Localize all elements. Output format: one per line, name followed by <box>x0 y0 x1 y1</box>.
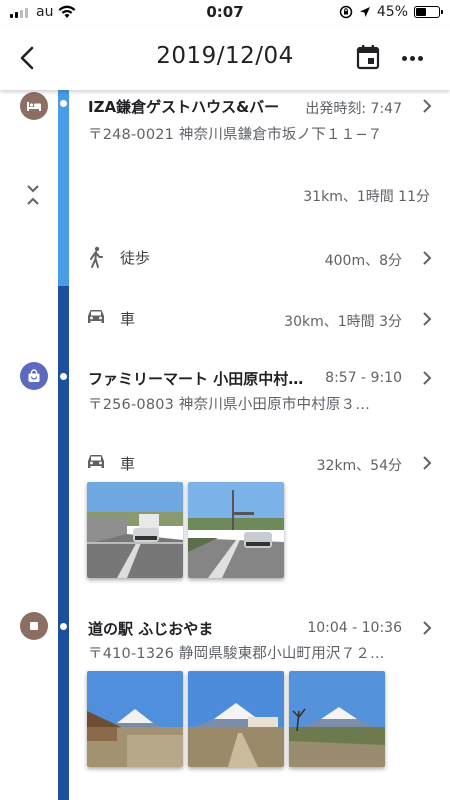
stop-name[interactable]: 道の駅 ふじおやま <box>88 618 213 639</box>
trip-photo[interactable] <box>188 482 284 578</box>
timeline-dot <box>60 373 67 380</box>
timeline-dot <box>60 623 67 630</box>
app-header: 2019/12/04 <box>0 26 450 90</box>
chevron-right-icon[interactable] <box>422 620 432 636</box>
timeline-dot <box>60 100 67 107</box>
stop-address: 〒256-0803 神奈川県小田原市中村原３… <box>88 397 371 413</box>
status-bar: au 0:07 45% <box>0 0 450 26</box>
walking-icon <box>90 246 103 268</box>
segment-mode: 徒歩 <box>120 249 151 267</box>
hotel-icon <box>20 92 48 120</box>
chevron-right-icon[interactable] <box>422 311 432 327</box>
car-icon <box>88 310 104 323</box>
stop-time: 10:04 - 10:36 <box>307 620 402 636</box>
stop-name[interactable]: IZA鎌倉ゲストハウス&バー <box>88 96 279 117</box>
location-arrow-icon <box>359 7 370 17</box>
segment-mode: 車 <box>120 310 136 328</box>
segment-distance: 400m、8分 <box>324 253 402 269</box>
chevron-right-icon[interactable] <box>422 370 432 386</box>
stop-name[interactable]: ファミリーマート 小田原中村… <box>88 368 303 389</box>
rotation-lock-icon <box>339 5 353 19</box>
stop-time: 出発時刻: 7:47 <box>305 101 402 117</box>
place-icon <box>20 612 48 640</box>
battery-percent: 45% <box>376 4 408 20</box>
car-icon <box>88 455 104 468</box>
stop-address: 〒248-0021 神奈川県鎌倉市坂ノ下１１−７ <box>88 127 383 143</box>
trip-summary: 31km、1時間 11分 <box>303 189 430 205</box>
timeline-drive-line <box>58 286 69 800</box>
trip-photo[interactable] <box>289 671 385 767</box>
segment-distance: 32km、54分 <box>316 458 402 474</box>
calendar-icon[interactable] <box>356 44 380 70</box>
chevron-right-icon[interactable] <box>422 455 432 471</box>
trip-photo[interactable] <box>87 671 183 767</box>
page-title: 2019/12/04 <box>156 43 294 69</box>
trip-photo[interactable] <box>87 482 183 578</box>
chevron-right-icon[interactable] <box>422 250 432 266</box>
segment-distance: 30km、1時間 3分 <box>284 314 402 330</box>
timeline-walk-line <box>58 90 69 286</box>
more-options-icon[interactable] <box>402 56 423 61</box>
shopping-icon <box>20 362 48 390</box>
segment-mode: 車 <box>120 455 136 473</box>
trip-photo[interactable] <box>188 671 284 767</box>
expand-icon[interactable] <box>26 183 40 207</box>
stop-time: 8:57 - 9:10 <box>325 370 402 386</box>
chevron-right-icon[interactable] <box>422 98 432 114</box>
battery-icon <box>414 6 443 18</box>
stop-address: 〒410-1326 静岡県駿東郡小山町用沢７２… <box>88 646 385 662</box>
